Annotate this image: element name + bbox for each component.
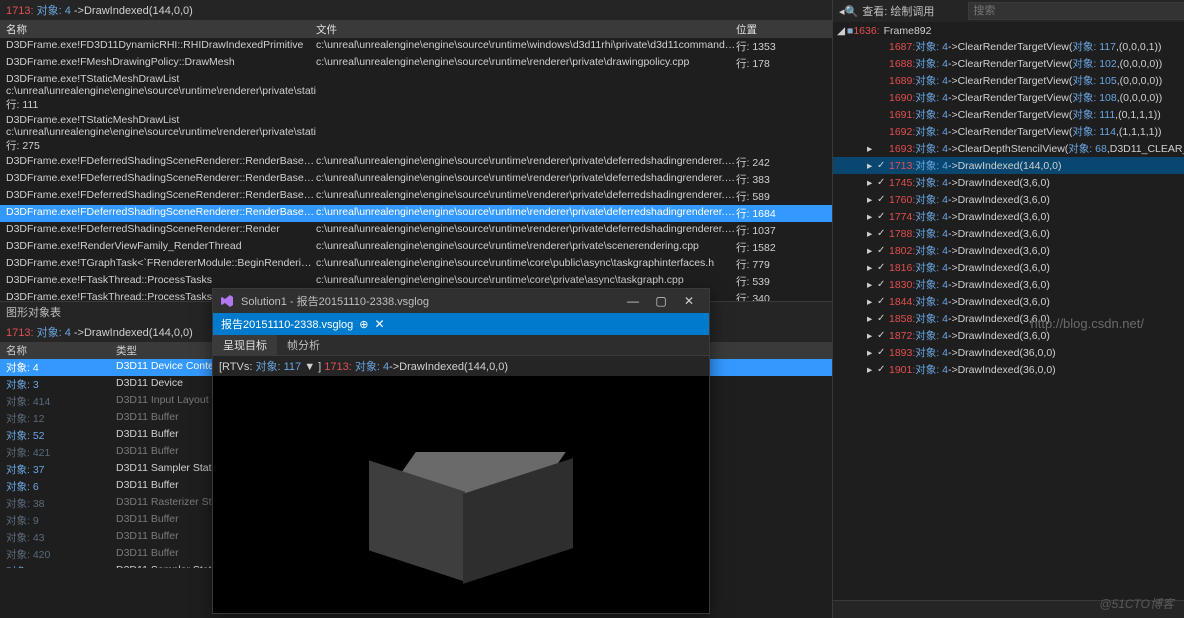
gfx-rest: ->DrawIndexed(144,0,0) (74, 327, 193, 339)
event-row[interactable]: ▸✓ 1844: 对象: 4->DrawIndexed(3,6,0) (833, 293, 1184, 310)
render-view[interactable] (213, 376, 709, 613)
event-row[interactable]: 1692: 对象: 4->ClearRenderTargetView(对象: 1… (833, 123, 1184, 140)
info-num: 1713: (324, 361, 352, 373)
event-row[interactable]: 1690: 对象: 4->ClearRenderTargetView(对象: 1… (833, 89, 1184, 106)
search-input[interactable] (968, 2, 1184, 20)
search-icon: 🔍 (845, 5, 859, 18)
bottom-strip: ▾ ✕ (833, 600, 1184, 618)
cube-preview (371, 436, 551, 576)
event-row[interactable]: 1691: 对象: 4->ClearRenderTargetView(对象: 1… (833, 106, 1184, 123)
event-row[interactable]: 1688: 对象: 4->ClearRenderTargetView(对象: 1… (833, 55, 1184, 72)
callstack-row[interactable]: D3DFrame.exe!FD3D11DynamicRHI::RHIDrawIn… (0, 38, 832, 55)
event-row[interactable]: 1687: 对象: 4->ClearRenderTargetView(对象: 1… (833, 38, 1184, 55)
callstack-row[interactable]: D3DFrame.exe!TGraphTask<`FRendererModule… (0, 256, 832, 273)
callstack-row[interactable]: D3DFrame.exe!FDeferredShadingSceneRender… (0, 205, 832, 222)
callstack-row[interactable]: D3DFrame.exe!FDeferredShadingSceneRender… (0, 171, 832, 188)
event-row[interactable]: ▸ 1693: 对象: 4->ClearDepthStencilView(对象:… (833, 140, 1184, 157)
callstack-table: 名称 文件 位置 D3DFrame.exe!FD3D11DynamicRHI::… (0, 21, 832, 301)
close-button[interactable]: ✕ (675, 292, 703, 310)
maximize-button[interactable]: ▢ (647, 292, 675, 310)
col-name[interactable]: 名称 (6, 22, 316, 37)
callstack-row[interactable]: D3DFrame.exe!FDeferredShadingSceneRender… (0, 222, 832, 239)
event-row[interactable]: ▸✓ 1816: 对象: 4->DrawIndexed(3,6,0) (833, 259, 1184, 276)
gfx-obj: 对象: 4 (37, 327, 71, 339)
event-row[interactable]: ▸✓ 1713: 对象: 4->DrawIndexed(144,0,0) (833, 157, 1184, 174)
frame-label: Frame892 (884, 25, 932, 37)
right-toolbar: ◂ 🔍 查看: 绘制调用 (833, 0, 1184, 22)
event-row[interactable]: ▸✓ 1893: 对象: 4->DrawIndexed(36,0,0) (833, 344, 1184, 361)
event-row[interactable]: ▸✓ 1830: 对象: 4->DrawIndexed(3,6,0) (833, 276, 1184, 293)
event-row[interactable]: ▸✓ 1858: 对象: 4->DrawIndexed(3,6,0) (833, 310, 1184, 327)
pin-icon[interactable]: ⊕ (359, 318, 368, 331)
callstack-header: 1713: 对象: 4 ->DrawIndexed(144,0,0) (0, 0, 832, 21)
event-row[interactable]: ▸✓ 1788: 对象: 4->DrawIndexed(3,6,0) (833, 225, 1184, 242)
col-file[interactable]: 文件 (316, 22, 736, 37)
call-num: 1713: (6, 5, 34, 17)
subtab-render[interactable]: 呈现目标 (213, 335, 277, 355)
event-row[interactable]: 1689: 对象: 4->ClearRenderTargetView(对象: 1… (833, 72, 1184, 89)
window-title: Solution1 - 报告20151110-2338.vsglog (241, 293, 429, 309)
callstack-row[interactable]: D3DFrame.exe!FMeshDrawingPolicy::DrawMes… (0, 55, 832, 72)
info-rest: ->DrawIndexed(144,0,0) (389, 361, 508, 373)
subtabs: 呈现目标 帧分析 (213, 335, 709, 356)
event-row[interactable]: ▸✓ 1901: 对象: 4->DrawIndexed(36,0,0) (833, 361, 1184, 378)
callstack-row[interactable]: D3DFrame.exe!FDeferredShadingSceneRender… (0, 188, 832, 205)
vsglog-window[interactable]: Solution1 - 报告20151110-2338.vsglog — ▢ ✕… (212, 288, 710, 614)
expand-icon[interactable]: ◢ (837, 25, 847, 37)
event-row[interactable]: ▸✓ 1802: 对象: 4->DrawIndexed(3,6,0) (833, 242, 1184, 259)
frame-num: 1636: (853, 25, 879, 37)
tab-label: 报告20151110-2338.vsglog (221, 316, 353, 332)
call-obj: 对象: 4 (37, 5, 71, 17)
event-row[interactable]: ▸✓ 1872: 对象: 4->DrawIndexed(3,6,0) (833, 327, 1184, 344)
subtab-frameanalysis[interactable]: 帧分析 (277, 335, 330, 355)
callstack-row[interactable]: D3DFrame.exe!FDeferredShadingSceneRender… (0, 154, 832, 171)
callstack-row[interactable]: D3DFrame.exe!RenderViewFamily_RenderThre… (0, 239, 832, 256)
event-row[interactable]: ▸✓ 1745: 对象: 4->DrawIndexed(3,6,0) (833, 174, 1184, 191)
window-titlebar[interactable]: Solution1 - 报告20151110-2338.vsglog — ▢ ✕ (213, 289, 709, 313)
view-label: 查看: 绘制调用 (862, 3, 934, 19)
rtv-obj[interactable]: 对象: 117 (255, 361, 301, 373)
call-rest: ->DrawIndexed(144,0,0) (74, 5, 193, 17)
minimize-button[interactable]: — (619, 292, 647, 310)
doc-tabs: 报告20151110-2338.vsglog ⊕ ✕ (213, 313, 709, 335)
vs-icon (219, 293, 235, 309)
tab-close-icon[interactable]: ✕ (375, 317, 385, 331)
col-pos[interactable]: 位置 (736, 22, 826, 37)
event-row[interactable]: ▸✓ 1774: 对象: 4->DrawIndexed(3,6,0) (833, 208, 1184, 225)
caret-icon[interactable]: ▼ ] (301, 361, 324, 373)
doc-tab[interactable]: 报告20151110-2338.vsglog ⊕ ✕ (213, 314, 393, 334)
callstack-row[interactable]: D3DFrame.exe!TStaticMeshDrawListc:\unrea… (0, 113, 832, 154)
event-row[interactable]: ▸✓ 1760: 对象: 4->DrawIndexed(3,6,0) (833, 191, 1184, 208)
info-obj: 对象: 4 (355, 361, 389, 373)
frame-row[interactable]: ◢ ■ 1636: Frame892 (833, 24, 1184, 38)
gfx-col-name[interactable]: 名称 (6, 343, 116, 358)
callstack-header-row: 名称 文件 位置 (0, 21, 832, 38)
callstack-row[interactable]: D3DFrame.exe!TStaticMeshDrawListc:\unrea… (0, 72, 832, 113)
gfx-num: 1713: (6, 327, 34, 339)
render-info: [RTVs: 对象: 117 ▼ ] 1713: 对象: 4->DrawInde… (213, 356, 709, 376)
event-tree[interactable]: ◢ ■ 1636: Frame892 1687: 对象: 4->ClearRen… (833, 22, 1184, 600)
